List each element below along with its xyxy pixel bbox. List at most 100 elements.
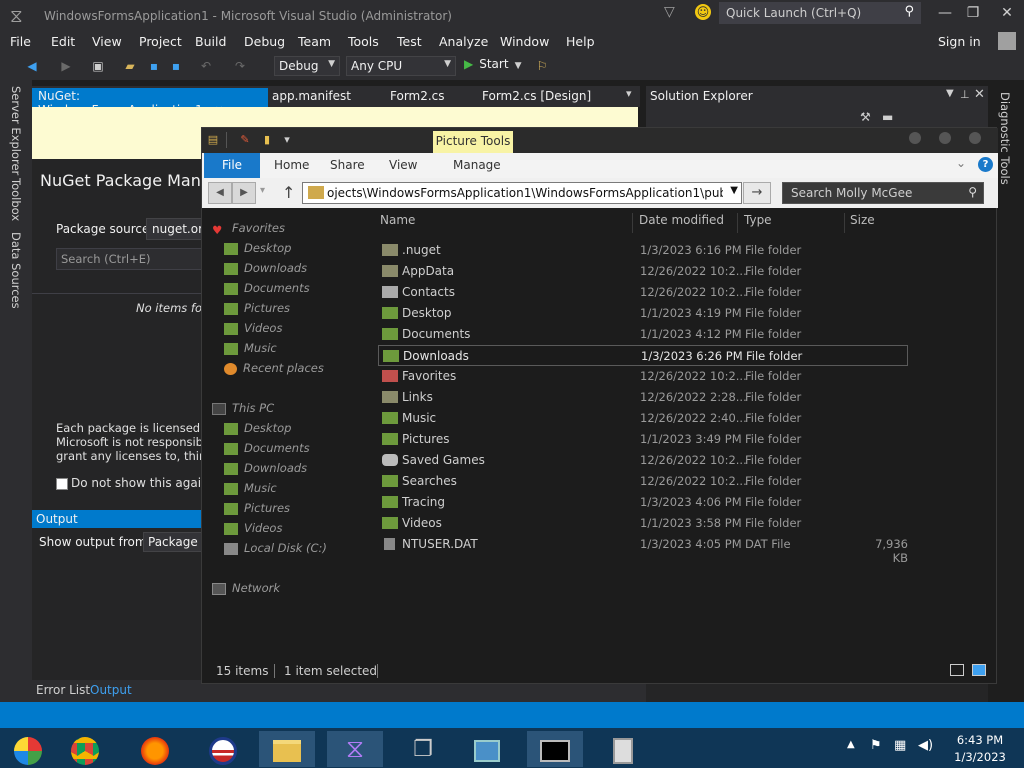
nav-fav-downloads[interactable]: Downloads bbox=[224, 261, 307, 275]
nav-fav-documents[interactable]: Documents bbox=[224, 281, 310, 295]
ribbon-tab-home[interactable]: Home bbox=[274, 158, 309, 172]
address-bar[interactable]: ojects\WindowsFormsApplication1\WindowsF… bbox=[302, 182, 742, 204]
menu-analyze[interactable]: Analyze bbox=[439, 34, 488, 49]
details-view-icon[interactable] bbox=[950, 664, 964, 676]
menu-tools[interactable]: Tools bbox=[348, 34, 379, 49]
server-explorer-tab[interactable]: Server Explorer bbox=[9, 86, 23, 175]
nav-this-pc[interactable]: This PC bbox=[212, 401, 274, 415]
command-prompt-icon[interactable] bbox=[527, 731, 583, 767]
start-debugging-button[interactable]: ▶ Start ▼ bbox=[464, 57, 521, 71]
column-separator[interactable] bbox=[844, 213, 845, 233]
toolbox-tab[interactable]: Toolbox bbox=[9, 178, 23, 221]
obama-logo-icon[interactable] bbox=[195, 731, 251, 767]
undo-icon[interactable]: ↶ bbox=[198, 58, 214, 74]
recent-locations-icon[interactable]: ▾ bbox=[260, 185, 265, 196]
nav-pc-local-disk[interactable]: Local Disk (C:) bbox=[224, 541, 327, 555]
menu-help[interactable]: Help bbox=[566, 34, 595, 49]
nav-fav-pictures[interactable]: Pictures bbox=[224, 301, 290, 315]
start-button-icon[interactable] bbox=[0, 731, 56, 767]
open-folder-icon[interactable]: ▰ bbox=[122, 58, 138, 74]
file-explorer-icon[interactable] bbox=[259, 731, 315, 767]
data-sources-tab[interactable]: Data Sources bbox=[9, 232, 23, 309]
minimize-button[interactable]: — bbox=[934, 5, 956, 23]
menu-project[interactable]: Project bbox=[139, 34, 182, 49]
redo-icon[interactable]: ↷ bbox=[232, 58, 248, 74]
close-button[interactable] bbox=[969, 132, 981, 144]
show-hidden-icons-icon[interactable]: ▲ bbox=[847, 739, 855, 750]
dont-show-again-checkbox[interactable]: Do not show this again bbox=[56, 476, 209, 490]
menu-view[interactable]: View bbox=[92, 34, 122, 49]
large-icons-view-icon[interactable] bbox=[972, 664, 986, 676]
column-name[interactable]: Name bbox=[380, 213, 415, 227]
diagnostic-tools-tab[interactable]: Diagnostic Tools bbox=[998, 92, 1012, 185]
nav-network[interactable]: Network bbox=[212, 581, 280, 595]
file-row[interactable]: Desktop 1/1/2023 4:19 PM File folder bbox=[378, 303, 908, 324]
tab-error-list[interactable]: Error List bbox=[36, 683, 90, 697]
calculator-icon[interactable] bbox=[595, 731, 651, 767]
file-row-selected[interactable]: Downloads 1/3/2023 6:26 PM File folder bbox=[378, 345, 908, 366]
chevron-down-icon[interactable]: ▼ bbox=[946, 88, 954, 99]
nav-fav-music[interactable]: Music bbox=[224, 341, 277, 355]
sign-in-link[interactable]: Sign in bbox=[938, 34, 981, 49]
tab-app-manifest[interactable]: app.manifest bbox=[266, 88, 357, 107]
network-tray-icon[interactable]: ▦ bbox=[894, 738, 906, 753]
file-row[interactable]: NTUSER.DAT 1/3/2023 4:05 PM DAT File 7,936 … bbox=[378, 534, 908, 565]
up-arrow-icon[interactable]: ↑ bbox=[282, 183, 295, 202]
new-project-icon[interactable]: ▣ bbox=[90, 58, 106, 74]
checkbox-box[interactable] bbox=[56, 477, 68, 490]
search-icon[interactable]: ⚲ bbox=[968, 185, 977, 199]
file-row[interactable]: Favorites 12/26/2022 10:2... File folder bbox=[378, 366, 908, 387]
expand-ribbon-icon[interactable]: ⌄ bbox=[956, 156, 966, 170]
go-arrow-icon[interactable]: → bbox=[743, 182, 771, 204]
quick-launch-input[interactable]: Quick Launch (Ctrl+Q) ⚲ bbox=[719, 2, 921, 24]
menu-edit[interactable]: Edit bbox=[51, 34, 75, 49]
solution-configuration-dropdown[interactable]: Debug ▼ bbox=[274, 56, 340, 76]
back-icon[interactable]: ◀ bbox=[24, 58, 40, 74]
action-center-flag-icon[interactable]: ⚑ bbox=[870, 738, 882, 753]
column-separator[interactable] bbox=[737, 213, 738, 233]
firefox-icon[interactable] bbox=[127, 731, 183, 767]
preview-icon[interactable]: ▬ bbox=[882, 110, 893, 124]
search-icon[interactable]: ⚲ bbox=[904, 4, 914, 19]
volume-icon[interactable]: ◀) bbox=[918, 738, 933, 753]
menu-window[interactable]: Window bbox=[500, 34, 549, 49]
minimize-button[interactable] bbox=[909, 132, 921, 144]
nav-favorites[interactable]: ♥ Favorites bbox=[212, 221, 285, 237]
nav-pc-music[interactable]: Music bbox=[224, 481, 277, 495]
picture-tools-tab[interactable]: Picture Tools bbox=[433, 131, 513, 153]
clock-time[interactable]: 6:43 PM bbox=[950, 733, 1010, 747]
solution-platform-dropdown[interactable]: Any CPU ▼ bbox=[346, 56, 456, 76]
close-icon[interactable]: ✕ bbox=[974, 87, 985, 102]
task-view-icon[interactable]: ❐ bbox=[395, 731, 451, 767]
menu-team[interactable]: Team bbox=[298, 34, 331, 49]
feedback-smiley-icon[interactable]: ☺ bbox=[695, 4, 711, 20]
file-row[interactable]: Saved Games 12/26/2022 10:2... File folder bbox=[378, 450, 908, 471]
tab-overflow-icon[interactable]: ▾ bbox=[626, 87, 632, 100]
show-output-from-dropdown[interactable]: Package M bbox=[143, 532, 203, 552]
menu-debug[interactable]: Debug bbox=[244, 34, 285, 49]
new-folder-icon[interactable]: ▮ bbox=[260, 133, 274, 147]
snipping-tool-icon[interactable] bbox=[459, 731, 515, 767]
ribbon-tab-manage[interactable]: Manage bbox=[453, 158, 501, 172]
nav-pc-documents[interactable]: Documents bbox=[224, 441, 310, 455]
column-type[interactable]: Type bbox=[744, 213, 772, 227]
notification-flag-icon[interactable]: ▽ bbox=[664, 4, 675, 20]
chrome-icon[interactable] bbox=[57, 731, 113, 767]
visual-studio-icon[interactable]: ⧖ bbox=[327, 731, 383, 767]
nav-pc-pictures[interactable]: Pictures bbox=[224, 501, 290, 515]
file-row[interactable]: Searches 12/26/2022 10:2... File folder bbox=[378, 471, 908, 492]
nav-pc-videos[interactable]: Videos bbox=[224, 521, 282, 535]
forward-icon[interactable]: ▶ bbox=[58, 58, 74, 74]
user-account-icon[interactable] bbox=[998, 32, 1016, 50]
maximize-button[interactable] bbox=[939, 132, 951, 144]
ribbon-tab-view[interactable]: View bbox=[389, 158, 417, 172]
nav-fav-recent-places[interactable]: Recent places bbox=[224, 361, 324, 375]
tab-output[interactable]: Output bbox=[90, 683, 132, 697]
file-row[interactable]: Links 12/26/2022 2:28... File folder bbox=[378, 387, 908, 408]
ribbon-tab-share[interactable]: Share bbox=[330, 158, 365, 172]
file-row[interactable]: Documents 1/1/2023 4:12 PM File folder bbox=[378, 324, 908, 345]
nav-fav-videos[interactable]: Videos bbox=[224, 321, 282, 335]
address-text[interactable]: ojects\WindowsFormsApplication1\WindowsF… bbox=[327, 186, 723, 200]
tab-nuget[interactable]: NuGet: WindowsFormsApplication1✕ bbox=[32, 88, 268, 117]
properties-icon[interactable]: ✎ bbox=[238, 133, 252, 147]
